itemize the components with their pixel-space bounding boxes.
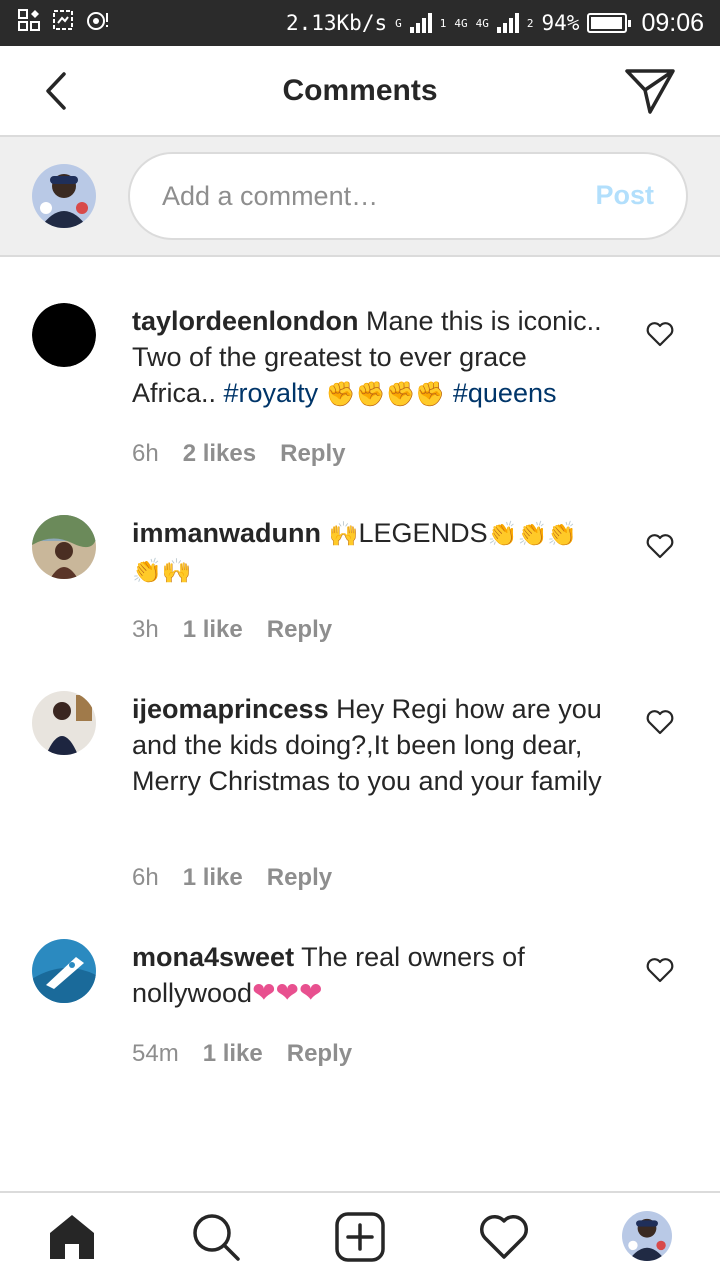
hashtag-link[interactable]: #royalty <box>224 378 319 408</box>
heart-emoji: ❤❤❤ <box>252 976 323 1009</box>
comment-meta: 6h 2 likes Reply <box>132 440 345 468</box>
sim-2-label: 2 <box>526 16 534 30</box>
battery-icon <box>587 13 632 33</box>
avatar[interactable] <box>32 515 96 579</box>
network-type-3: 4G <box>475 16 489 30</box>
likes-count[interactable]: 1 like <box>183 616 243 644</box>
status-bar: 2.13Kb/s G 1 4G 4G 2 94% 09:06 <box>0 0 720 46</box>
post-button[interactable]: Post <box>595 180 654 211</box>
comment-meta: 3h 1 like Reply <box>132 616 332 644</box>
sim-1-label: 1 <box>439 16 447 30</box>
like-heart-icon[interactable] <box>646 321 674 347</box>
status-icons-left <box>18 9 110 31</box>
comment-time: 6h <box>132 440 159 467</box>
comments-header: Comments <box>0 46 720 137</box>
comment-text: taylordeenlondon Mane this is iconic.. T… <box>132 303 612 412</box>
reply-button[interactable]: Reply <box>267 616 332 644</box>
comment-text: ijeomaprincess Hey Regi how are you and … <box>132 691 612 799</box>
raised-hands-emoji: 🙌 <box>321 520 359 548</box>
battery-fill <box>591 17 622 29</box>
comment-input-box: Post <box>128 152 688 240</box>
grid-app-icon <box>18 9 40 31</box>
like-heart-icon[interactable] <box>646 957 674 983</box>
network-speed: 2.13Kb/s <box>285 11 388 35</box>
new-post-icon <box>335 1212 385 1262</box>
comment-username[interactable]: taylordeenlondon <box>132 306 359 336</box>
comment-username[interactable]: immanwadunn <box>132 518 321 548</box>
nav-home[interactable] <box>46 1211 98 1263</box>
comment-composer: Post <box>0 137 720 257</box>
network-type-1: G <box>395 16 402 30</box>
nav-new-post[interactable] <box>334 1211 386 1263</box>
avatar[interactable] <box>32 303 96 367</box>
paper-plane-icon <box>625 69 675 114</box>
hashtag-link[interactable]: #queens <box>453 378 557 408</box>
nav-profile[interactable] <box>622 1211 672 1261</box>
comment-text: immanwadunn 🙌LEGENDS👏👏👏 👏🙌 <box>132 515 612 589</box>
bottom-nav <box>0 1191 720 1280</box>
share-button[interactable] <box>624 66 676 116</box>
nav-activity[interactable] <box>478 1211 530 1263</box>
signal-icon-sim2 <box>496 13 519 33</box>
comment-meta: 54m 1 like Reply <box>132 1040 352 1068</box>
likes-count[interactable]: 1 like <box>203 1040 263 1068</box>
likes-count[interactable]: 1 like <box>183 864 243 892</box>
comment-body: LEGENDS <box>358 518 488 548</box>
signal-icon-sim1 <box>409 13 432 33</box>
fist-emoji: ✊✊✊✊ <box>318 380 453 408</box>
comment-input[interactable] <box>162 174 562 218</box>
network-type-2: 4G <box>454 16 468 30</box>
battery-percent: 94% <box>541 11 580 35</box>
comment-meta: 6h 1 like Reply <box>132 864 332 892</box>
comment-text: mona4sweet The real owners of nollywood❤… <box>132 939 612 1011</box>
comment-time: 54m <box>132 1040 179 1067</box>
sync-alert-icon <box>87 12 108 30</box>
reply-button[interactable]: Reply <box>287 1040 352 1068</box>
activity-heart-icon <box>480 1215 528 1259</box>
likes-count[interactable]: 2 likes <box>183 440 256 468</box>
like-heart-icon[interactable] <box>646 533 674 559</box>
profile-avatar <box>622 1211 672 1261</box>
reply-button[interactable]: Reply <box>280 440 345 468</box>
search-icon <box>193 1214 240 1261</box>
avatar[interactable] <box>32 691 96 755</box>
comment-time: 6h <box>132 864 159 891</box>
reply-button[interactable]: Reply <box>267 864 332 892</box>
clock: 09:06 <box>641 8 704 37</box>
comment-username[interactable]: ijeomaprincess <box>132 694 329 724</box>
like-heart-icon[interactable] <box>646 709 674 735</box>
home-icon <box>50 1215 94 1259</box>
status-icons-right: 2.13Kb/s G 1 4G 4G 2 94% 09:06 <box>286 0 704 46</box>
comment-time: 3h <box>132 616 159 643</box>
screenshot-icon <box>53 10 73 30</box>
comment-username[interactable]: mona4sweet <box>132 942 294 972</box>
nav-search[interactable] <box>190 1211 242 1263</box>
avatar <box>32 164 96 228</box>
avatar[interactable] <box>32 939 96 1003</box>
page-title: Comments <box>282 74 438 107</box>
